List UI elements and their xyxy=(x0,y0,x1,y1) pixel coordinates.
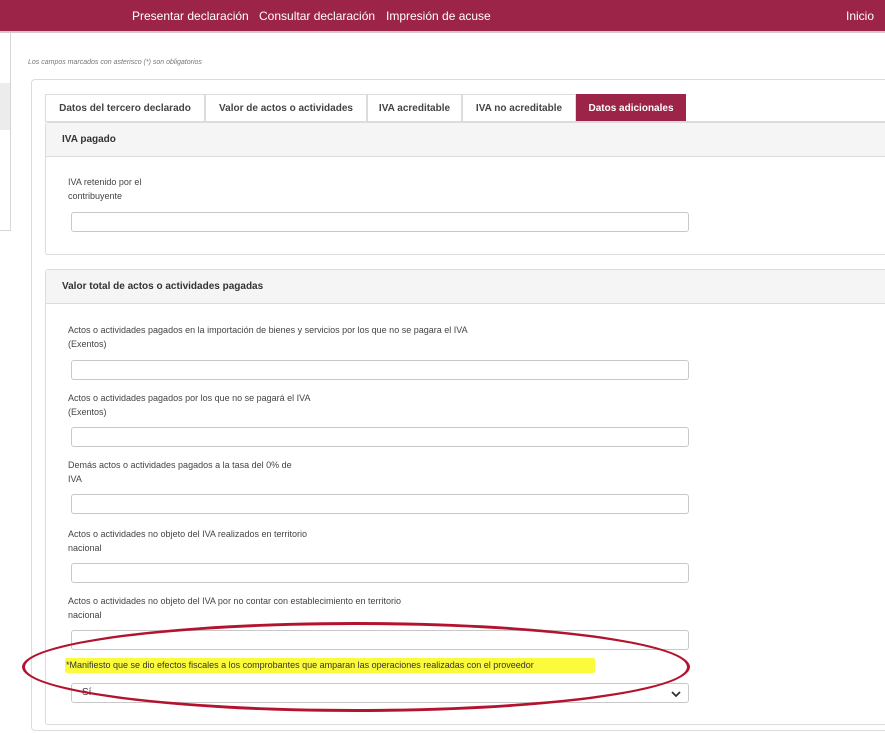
chevron-down-icon xyxy=(671,691,681,698)
iva-retenido-input[interactable] xyxy=(71,212,689,232)
tab-datos-adicionales[interactable]: Datos adicionales xyxy=(576,94,686,121)
iva-retenido-label-line1: IVA retenido por el xyxy=(68,177,142,187)
no-pagara-iva-input[interactable] xyxy=(71,427,689,447)
manifiesto-select-value: Sí xyxy=(82,687,92,698)
top-navbar: Presentar declaración Consultar declarac… xyxy=(0,0,885,33)
panel-iva-pagado-title: IVA pagado xyxy=(62,134,116,145)
field-label-sin-establecimiento-line1: Actos o actividades no objeto del IVA po… xyxy=(68,596,402,606)
field-label-no-pagara-line2: (Exentos) xyxy=(68,407,107,417)
tab-iva-no-acreditable[interactable]: IVA no acreditable xyxy=(462,94,576,121)
left-panel-shade xyxy=(0,83,10,130)
field-label-tasa-cero-line2: IVA xyxy=(68,474,82,484)
field-label-importacion: Actos o actividades pagados en la import… xyxy=(68,323,468,351)
left-side-panel xyxy=(0,33,11,231)
importacion-exentos-input[interactable] xyxy=(71,360,689,380)
manifiesto-select[interactable]: Sí xyxy=(71,683,689,703)
iva-retenido-label: IVA retenido por el contribuyente xyxy=(68,175,141,203)
required-fields-note: Los campos marcados con asterisco (*) so… xyxy=(28,59,202,66)
iva-retenido-label-line2: contribuyente xyxy=(68,191,123,201)
panel-iva-pagado-header: IVA pagado xyxy=(46,123,885,157)
field-label-no-objeto-territorio-line1: Actos o actividades no objeto del IVA re… xyxy=(68,529,307,539)
panel-valor-total-header: Valor total de actos o actividades pagad… xyxy=(46,270,885,304)
manifiesto-label: *Manifiesto que se dio efectos fiscales … xyxy=(66,660,534,670)
tab-iva-acreditable[interactable]: IVA acreditable xyxy=(367,94,462,121)
sin-establecimiento-input[interactable] xyxy=(71,630,689,650)
nav-inicio[interactable]: Inicio xyxy=(846,9,874,23)
field-label-no-objeto-territorio-line2: nacional xyxy=(68,543,102,553)
tab-datos-tercero[interactable]: Datos del tercero declarado xyxy=(45,94,205,121)
panel-valor-total-title: Valor total de actos o actividades pagad… xyxy=(62,281,264,292)
tab-valor-actos[interactable]: Valor de actos o actividades xyxy=(205,94,367,121)
field-label-no-objeto-territorio: Actos o actividades no objeto del IVA re… xyxy=(68,527,307,555)
field-label-no-pagara-line1: Actos o actividades pagados por los que … xyxy=(68,393,311,403)
nav-presentar-declaracion[interactable]: Presentar declaración xyxy=(132,9,249,23)
panel-iva-pagado: IVA pagado xyxy=(45,122,885,255)
tasa-cero-input[interactable] xyxy=(71,494,689,514)
field-label-sin-establecimiento-line2: nacional xyxy=(68,610,102,620)
field-label-tasa-cero-line1: Demás actos o actividades pagados a la t… xyxy=(68,460,292,470)
field-label-importacion-line1: Actos o actividades pagados en la import… xyxy=(68,325,468,335)
no-objeto-territorio-input[interactable] xyxy=(71,563,689,583)
nav-impresion-acuse[interactable]: Impresión de acuse xyxy=(386,9,491,23)
field-label-importacion-line2: (Exentos) xyxy=(68,339,107,349)
nav-consultar-declaracion[interactable]: Consultar declaración xyxy=(259,9,375,23)
field-label-sin-establecimiento: Actos o actividades no objeto del IVA po… xyxy=(68,594,401,622)
field-label-tasa-cero: Demás actos o actividades pagados a la t… xyxy=(68,458,292,486)
field-label-no-pagara: Actos o actividades pagados por los que … xyxy=(68,391,311,419)
